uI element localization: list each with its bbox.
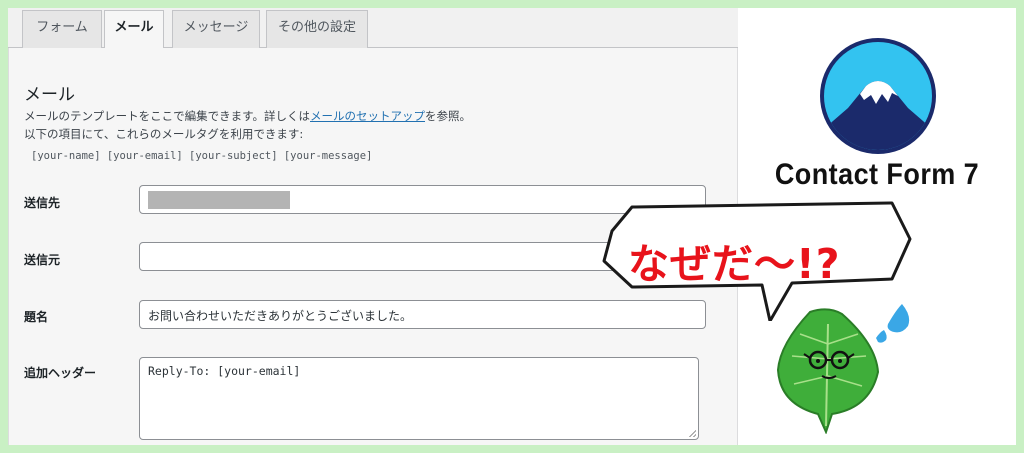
additional-headers-label: 追加ヘッダー bbox=[24, 366, 97, 380]
tab-additional-settings[interactable]: その他の設定 bbox=[266, 10, 368, 48]
tab-bar: フォーム メール メッセージ その他の設定 bbox=[8, 8, 738, 49]
to-label: 送信先 bbox=[24, 196, 61, 210]
mail-tags: [your-name] [your-email] [your-subject] … bbox=[31, 150, 373, 162]
tab-form[interactable]: フォーム bbox=[22, 10, 102, 48]
description-suffix: を参照。 bbox=[425, 109, 472, 123]
additional-headers-field[interactable]: Reply-To: [your-email] bbox=[139, 357, 699, 440]
additional-headers-value: Reply-To: [your-email] bbox=[148, 364, 301, 378]
description-line-2: 以下の項目にて、これらのメールタグを利用できます: bbox=[24, 127, 304, 141]
description-prefix: メールのテンプレートをここで編集できます。詳しくは bbox=[24, 109, 311, 123]
tab-mail[interactable]: メール bbox=[104, 10, 164, 49]
screenshot-frame: フォーム メール メッセージ その他の設定 メール メールのテンプレートをここで… bbox=[8, 8, 1016, 445]
brand-name: Contact Form 7 bbox=[774, 158, 980, 191]
mail-setup-link[interactable]: メールのセットアップ bbox=[310, 109, 425, 123]
shiso-leaf-mascot-icon bbox=[776, 304, 910, 434]
bubble-text: なぜだ〜!? bbox=[628, 240, 841, 288]
subject-label: 題名 bbox=[24, 310, 49, 324]
contact-form-7-logo-icon bbox=[820, 38, 936, 154]
tab-messages[interactable]: メッセージ bbox=[172, 10, 260, 48]
section-title: メール bbox=[24, 85, 75, 105]
from-label: 送信元 bbox=[24, 253, 61, 267]
resize-grip-icon[interactable] bbox=[688, 429, 696, 437]
masked-value bbox=[148, 191, 290, 209]
description-line-1: メールのテンプレートをここで編集できます。詳しくはメールのセットアップを参照。 bbox=[24, 108, 471, 124]
